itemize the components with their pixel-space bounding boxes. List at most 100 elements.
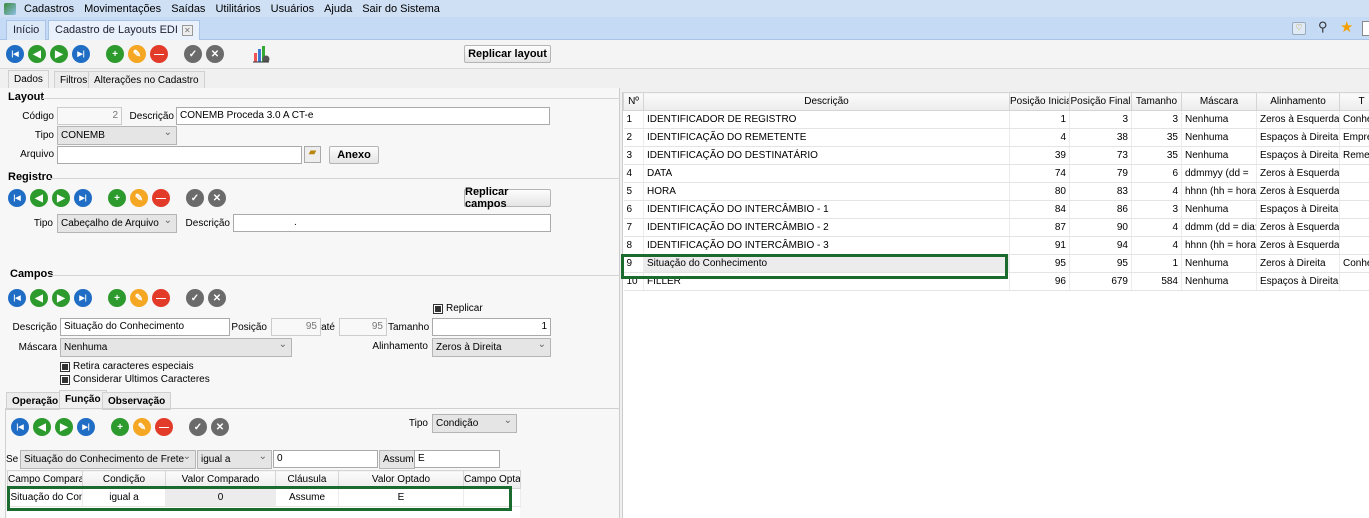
column-header[interactable]: Campo Optado	[463, 470, 521, 489]
arquivo-field[interactable]	[57, 146, 302, 164]
first-record-icon[interactable]: |◀	[8, 189, 26, 207]
valor-optado-field[interactable]: E	[414, 450, 500, 468]
edit-icon[interactable]: ✎	[133, 418, 151, 436]
clausula-select[interactable]: Assume	[379, 450, 415, 469]
column-header[interactable]: Tamanho	[1131, 92, 1182, 111]
condicao-select[interactable]: igual a	[197, 450, 272, 469]
cancel-icon[interactable]: ✕	[211, 418, 229, 436]
previous-record-icon[interactable]: ◀	[30, 189, 48, 207]
column-header[interactable]: Valor Optado	[338, 470, 464, 489]
posicao-field[interactable]: 95	[271, 318, 321, 336]
column-header[interactable]: T	[1339, 92, 1369, 111]
valor-comparado-field[interactable]: 0	[273, 450, 378, 468]
confirm-icon[interactable]: ✓	[186, 189, 204, 207]
menu-item[interactable]: Movimentações	[84, 3, 161, 15]
folder-open-icon[interactable]: ▰	[304, 146, 321, 163]
confirm-icon[interactable]: ✓	[186, 289, 204, 307]
menu-item[interactable]: Sair do Sistema	[362, 3, 440, 15]
layout-tipo-select[interactable]: CONEMB	[57, 126, 177, 145]
replicar-layout-button[interactable]: Replicar layout	[464, 45, 551, 63]
campo-descricao-field[interactable]: Situação do Conhecimento	[60, 318, 230, 336]
grid-row[interactable]: 10 FILLER 96 679 584 Nenhuma Espaços à Direita	[623, 272, 1369, 291]
retira-caracteres-checkbox[interactable]: Retira caracteres especiais	[60, 361, 194, 372]
column-header[interactable]: Posição Inicial	[1009, 92, 1070, 111]
table-row[interactable]: Situação do Conhecimentoigual a0AssumeE	[7, 488, 521, 507]
grid-row[interactable]: 9 Situação do Conhecimento 95 95 1 Nenhuma Zer…	[623, 254, 1369, 273]
funcao-tipo-select[interactable]: Condição	[432, 414, 517, 433]
cancel-icon[interactable]: ✕	[208, 189, 226, 207]
edit-icon[interactable]: ✎	[128, 45, 146, 63]
replicar-checkbox[interactable]: Replicar	[433, 303, 483, 314]
previous-record-icon[interactable]: ◀	[33, 418, 51, 436]
menu-item[interactable]: Saídas	[171, 3, 205, 15]
codigo-field[interactable]: 2	[57, 107, 122, 125]
mascara-select[interactable]: Nenhuma	[60, 338, 292, 357]
close-tab-icon[interactable]: ✕	[181, 25, 193, 36]
considerar-ultimos-checkbox[interactable]: Considerar Ultimos Caracteres	[60, 374, 210, 385]
tamanho-field[interactable]: 1	[432, 318, 551, 336]
last-record-icon[interactable]: ▶|	[74, 189, 92, 207]
grid-row[interactable]: 3 IDENTIFICAÇÃO DO DESTINATÁRIO 39 73 35 Nenh…	[623, 146, 1369, 165]
star-icon[interactable]: ★	[1340, 18, 1353, 36]
next-record-icon[interactable]: ▶	[50, 45, 68, 63]
layout-descricao-field[interactable]: CONEMB Proceda 3.0 A CT-e	[176, 107, 550, 125]
next-record-icon[interactable]: ▶	[52, 189, 70, 207]
delete-icon[interactable]: —	[152, 189, 170, 207]
edit-icon[interactable]: ✎	[130, 189, 148, 207]
replicar-campos-button[interactable]: Replicar campos	[464, 186, 551, 210]
column-header[interactable]: Condição	[82, 470, 166, 489]
menu-item[interactable]: Utilitários	[215, 3, 260, 15]
unpin-icon[interactable]: ⚲	[1318, 19, 1328, 35]
add-icon[interactable]: +	[108, 189, 126, 207]
tab-cadastro-layouts[interactable]: Cadastro de Layouts EDI ✕	[48, 20, 200, 40]
next-record-icon[interactable]: ▶	[52, 289, 70, 307]
tab-inicio[interactable]: Início	[6, 20, 47, 40]
grid-row[interactable]: 1 IDENTIFICADOR DE REGISTRO 1 3 3 Nenhuma Zero…	[623, 110, 1369, 129]
previous-record-icon[interactable]: ◀	[30, 289, 48, 307]
cancel-icon[interactable]: ✕	[206, 45, 224, 63]
edit-icon[interactable]: ✎	[130, 289, 148, 307]
first-record-icon[interactable]: |◀	[11, 418, 29, 436]
column-header[interactable]: Valor Comparado	[165, 470, 276, 489]
last-record-icon[interactable]: ▶|	[74, 289, 92, 307]
menu-item[interactable]: Ajuda	[324, 3, 352, 15]
menu-item[interactable]: Usuários	[271, 3, 314, 15]
alinhamento-select[interactable]: Zeros à Direita	[432, 338, 551, 357]
first-record-icon[interactable]: |◀	[6, 45, 24, 63]
column-header[interactable]: Cláusula	[275, 470, 339, 489]
subtab-alteracoes[interactable]: Alterações no Cadastro	[88, 71, 205, 89]
grid-row[interactable]: 6 IDENTIFICAÇÃO DO INTERCÂMBIO - 1 84 86 3 Ne…	[623, 200, 1369, 219]
menu-item[interactable]: Cadastros	[24, 3, 74, 15]
subtab-dados[interactable]: Dados	[8, 70, 49, 88]
column-header[interactable]: Alinhamento	[1256, 92, 1340, 111]
grid-row[interactable]: 7 IDENTIFICAÇÃO DO INTERCÂMBIO - 2 87 90 4 dd…	[623, 218, 1369, 237]
last-record-icon[interactable]: ▶|	[77, 418, 95, 436]
grid-row[interactable]: 8 IDENTIFICAÇÃO DO INTERCÂMBIO - 3 91 94 4 hh…	[623, 236, 1369, 255]
confirm-icon[interactable]: ✓	[189, 418, 207, 436]
anexo-button[interactable]: Anexo	[329, 146, 379, 164]
column-header[interactable]: Nº	[623, 92, 644, 111]
favorite-heart-icon[interactable]: ♡	[1292, 22, 1306, 35]
registro-tipo-select[interactable]: Cabeçalho de Arquivo	[57, 214, 177, 233]
last-record-icon[interactable]: ▶|	[72, 45, 90, 63]
registro-descricao-field[interactable]: .	[233, 214, 551, 232]
column-header[interactable]: Posição Final	[1069, 92, 1132, 111]
delete-icon[interactable]: —	[155, 418, 173, 436]
confirm-icon[interactable]: ✓	[184, 45, 202, 63]
add-icon[interactable]: +	[108, 289, 126, 307]
add-icon[interactable]: +	[106, 45, 124, 63]
grid-row[interactable]: 2 IDENTIFICAÇÃO DO REMETENTE 4 38 35 Nenhuma E…	[623, 128, 1369, 147]
delete-icon[interactable]: —	[152, 289, 170, 307]
first-record-icon[interactable]: |◀	[8, 289, 26, 307]
cancel-icon[interactable]: ✕	[208, 289, 226, 307]
search-input[interactable]	[1362, 21, 1369, 36]
previous-record-icon[interactable]: ◀	[28, 45, 46, 63]
grid-row[interactable]: 5 HORA 80 83 4 hhnn (hh = hora; Zeros à Esquer…	[623, 182, 1369, 201]
report-chart-icon[interactable]	[252, 45, 270, 63]
se-campo-select[interactable]: Situação do Conhecimento de Frete	[20, 450, 196, 469]
ate-field[interactable]: 95	[339, 318, 387, 336]
grid-row[interactable]: 4 DATA 74 79 6 ddmmyy (dd = Zeros à Esquerda	[623, 164, 1369, 183]
next-record-icon[interactable]: ▶	[55, 418, 73, 436]
tab-funcao[interactable]: Função	[59, 390, 107, 410]
column-header[interactable]: Descrição	[643, 92, 1010, 111]
